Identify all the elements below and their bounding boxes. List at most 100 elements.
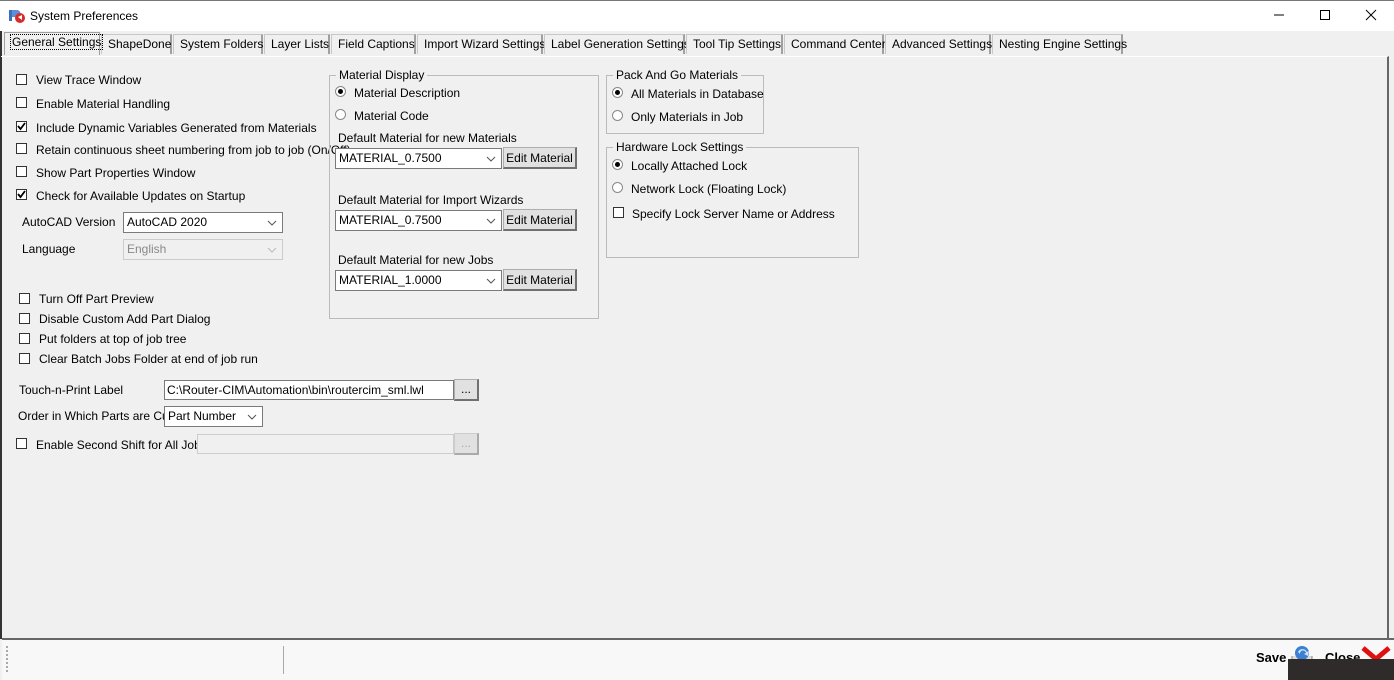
tab-label: Advanced Settings <box>892 37 993 51</box>
window-title: System Preferences <box>30 9 139 23</box>
default-new-materials-label: Default Material for new Materials <box>338 131 517 145</box>
language-label: Language <box>22 242 76 256</box>
close-icon <box>1365 9 1377 24</box>
chevron-down-icon <box>266 213 278 232</box>
tab-advanced-settings[interactable]: Advanced Settings <box>885 34 993 54</box>
edit-material-button-new-jobs[interactable]: Edit Material <box>503 269 577 291</box>
select-value: MATERIAL_0.7500 <box>339 213 442 227</box>
checkbox-box[interactable] <box>16 97 27 108</box>
cut-order-select[interactable]: Part Number <box>164 406 263 427</box>
minimize-button[interactable] <box>1256 1 1302 32</box>
tab-field-captions[interactable]: Field Captions <box>331 34 416 54</box>
tab-general-settings[interactable]: General Settings <box>4 32 104 55</box>
tab-nesting-engine-settings[interactable]: Nesting Engine Settings <box>992 34 1127 54</box>
radio-label[interactable]: Material Code <box>354 109 429 123</box>
checkbox-label[interactable]: View Trace Window <box>36 73 141 87</box>
tab-command-center[interactable]: Command Center <box>784 34 886 54</box>
checkbox-label[interactable]: Show Part Properties Window <box>36 166 195 180</box>
tab-label: Import Wizard Settings <box>424 37 546 51</box>
checkbox-box[interactable] <box>16 166 27 177</box>
tab-label: General Settings <box>9 34 104 50</box>
radio-label[interactable]: Material Description <box>354 86 460 100</box>
radio-button[interactable] <box>335 109 346 120</box>
tab-label: ShapeDone <box>108 37 172 51</box>
toolbar-separator <box>283 646 284 674</box>
checkbox-box[interactable] <box>16 189 27 200</box>
checkbox-label[interactable]: Retain continuous sheet numbering from j… <box>36 143 351 157</box>
tab-label: Nesting Engine Settings <box>999 37 1128 51</box>
checkbox-box[interactable] <box>19 353 30 364</box>
edit-material-button-import-wizards[interactable]: Edit Material <box>503 209 577 231</box>
default-new-jobs-label: Default Material for new Jobs <box>338 253 494 267</box>
radio-button[interactable] <box>612 159 623 170</box>
touch-n-print-browse-button[interactable]: ... <box>454 379 479 401</box>
bottom-toolbar <box>2 638 1394 680</box>
select-value: MATERIAL_0.7500 <box>339 151 442 165</box>
checkbox-label[interactable]: Specify Lock Server Name or Address <box>632 207 835 221</box>
checkbox-label[interactable]: Clear Batch Jobs Folder at end of job ru… <box>39 352 258 366</box>
default-new-materials-select[interactable]: MATERIAL_0.7500 <box>335 148 502 169</box>
radio-button[interactable] <box>612 110 623 121</box>
maximize-button[interactable] <box>1302 1 1348 32</box>
radio-label[interactable]: Locally Attached Lock <box>631 159 747 173</box>
radio-label[interactable]: Only Materials in Job <box>631 110 743 124</box>
default-new-jobs-select[interactable]: MATERIAL_1.0000 <box>335 270 502 291</box>
select-value: MATERIAL_1.0000 <box>339 273 442 287</box>
second-shift-browse-button[interactable]: ... <box>454 433 479 455</box>
chevron-down-icon <box>266 240 278 259</box>
chevron-down-icon <box>485 149 497 168</box>
checkbox-label[interactable]: Check for Available Updates on Startup <box>36 189 245 203</box>
touch-n-print-path-input[interactable]: C:\Router-CIM\Automation\bin\routercim_s… <box>164 380 454 400</box>
tab-label: Field Captions <box>338 37 415 51</box>
select-value: Part Number <box>168 409 237 423</box>
checkbox-box[interactable] <box>19 333 30 344</box>
default-import-wizards-select[interactable]: MATERIAL_0.7500 <box>335 210 502 231</box>
chevron-down-icon <box>485 211 497 230</box>
checkbox-box[interactable] <box>613 207 624 218</box>
save-button[interactable]: Save <box>1256 650 1286 665</box>
chevron-down-icon <box>485 271 497 290</box>
toolbar-grip-icon[interactable] <box>6 646 10 672</box>
autocad-version-label: AutoCAD Version <box>22 215 116 229</box>
checkbox-box[interactable] <box>19 313 30 324</box>
radio-label[interactable]: All Materials in Database <box>631 87 764 101</box>
edit-material-button-new-materials[interactable]: Edit Material <box>503 147 577 169</box>
close-window-button[interactable] <box>1348 1 1394 32</box>
checkbox-box[interactable] <box>16 438 27 449</box>
touch-n-print-label: Touch-n-Print Label <box>19 383 124 397</box>
checkbox-label[interactable]: Put folders at top of job tree <box>39 332 186 346</box>
tab-import-wizard-settings[interactable]: Import Wizard Settings <box>417 34 546 54</box>
cut-order-label: Order in Which Parts are Cut <box>18 409 173 423</box>
checkbox-label[interactable]: Disable Custom Add Part Dialog <box>39 312 210 326</box>
app-logo-icon <box>8 8 26 24</box>
second-shift-input[interactable] <box>197 434 454 454</box>
tab-shapedone[interactable]: ShapeDone <box>101 34 172 54</box>
tab-label-generation-settings[interactable]: Label Generation Settings <box>544 34 690 54</box>
radio-button[interactable] <box>612 87 623 98</box>
chevron-down-icon <box>246 407 258 426</box>
autocad-version-select[interactable]: AutoCAD 2020 <box>123 212 283 233</box>
select-value: AutoCAD 2020 <box>127 215 208 229</box>
checkbox-box[interactable] <box>19 293 30 304</box>
checkbox-label[interactable]: Enable Material Handling <box>36 97 170 111</box>
radio-label[interactable]: Network Lock (Floating Lock) <box>631 182 786 196</box>
checkbox-label[interactable]: Include Dynamic Variables Generated from… <box>36 121 317 135</box>
tab-label: Command Center <box>791 37 886 51</box>
hardware-lock-title: Hardware Lock Settings <box>613 140 747 154</box>
tab-system-folders[interactable]: System Folders <box>173 34 263 54</box>
radio-button[interactable] <box>612 182 623 193</box>
minimize-icon <box>1273 9 1285 24</box>
checkbox-label[interactable]: Enable Second Shift for All Jobs <box>36 438 207 452</box>
checkbox-label[interactable]: Turn Off Part Preview <box>39 292 154 306</box>
tab-tool-tip-settings[interactable]: Tool Tip Settings <box>686 34 783 54</box>
pack-and-go-title: Pack And Go Materials <box>613 68 742 82</box>
default-import-wizards-label: Default Material for Import Wizards <box>338 193 524 207</box>
radio-button[interactable] <box>335 86 346 97</box>
checkmark-icon <box>17 122 26 131</box>
checkbox-box[interactable] <box>16 121 27 132</box>
tab-layer-lists[interactable]: Layer Lists <box>264 34 330 54</box>
language-select[interactable]: English <box>123 239 283 260</box>
tab-label: System Folders <box>180 37 264 51</box>
checkbox-box[interactable] <box>16 74 27 85</box>
checkbox-box[interactable] <box>16 143 27 154</box>
